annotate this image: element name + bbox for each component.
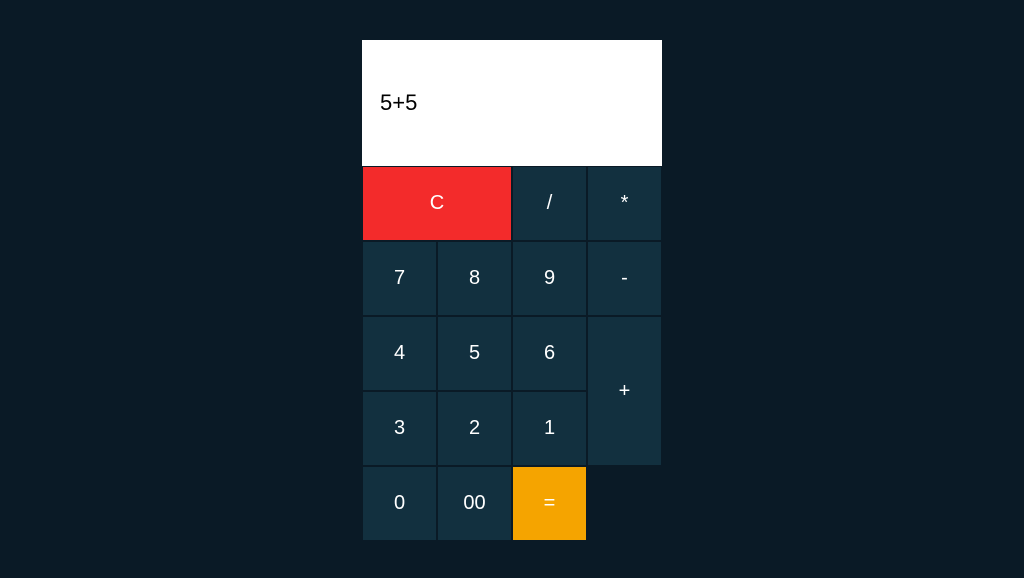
multiply-button[interactable]: * — [587, 166, 662, 241]
one-button[interactable]: 1 — [512, 391, 587, 466]
nine-button[interactable]: 9 — [512, 241, 587, 316]
clear-button[interactable]: C — [362, 166, 512, 241]
plus-button[interactable]: + — [587, 316, 662, 466]
two-button[interactable]: 2 — [437, 391, 512, 466]
four-button[interactable]: 4 — [362, 316, 437, 391]
button-area: C / 7 8 9 4 5 6 3 2 1 0 00 = — [362, 166, 662, 541]
calculator-display: 5+5 — [362, 40, 662, 166]
minus-button[interactable]: - — [587, 241, 662, 316]
five-button[interactable]: 5 — [437, 316, 512, 391]
right-column: * - + — [587, 166, 662, 541]
left-column: C / 7 8 9 4 5 6 3 2 1 0 00 = — [362, 166, 587, 541]
equals-button[interactable]: = — [512, 466, 587, 541]
seven-button[interactable]: 7 — [362, 241, 437, 316]
six-button[interactable]: 6 — [512, 316, 587, 391]
display-value: 5+5 — [380, 90, 417, 116]
eight-button[interactable]: 8 — [437, 241, 512, 316]
divide-button[interactable]: / — [512, 166, 587, 241]
doublezero-button[interactable]: 00 — [437, 466, 512, 541]
calculator: 5+5 C / 7 8 9 4 5 6 3 2 1 0 — [362, 40, 662, 541]
zero-button[interactable]: 0 — [362, 466, 437, 541]
three-button[interactable]: 3 — [362, 391, 437, 466]
